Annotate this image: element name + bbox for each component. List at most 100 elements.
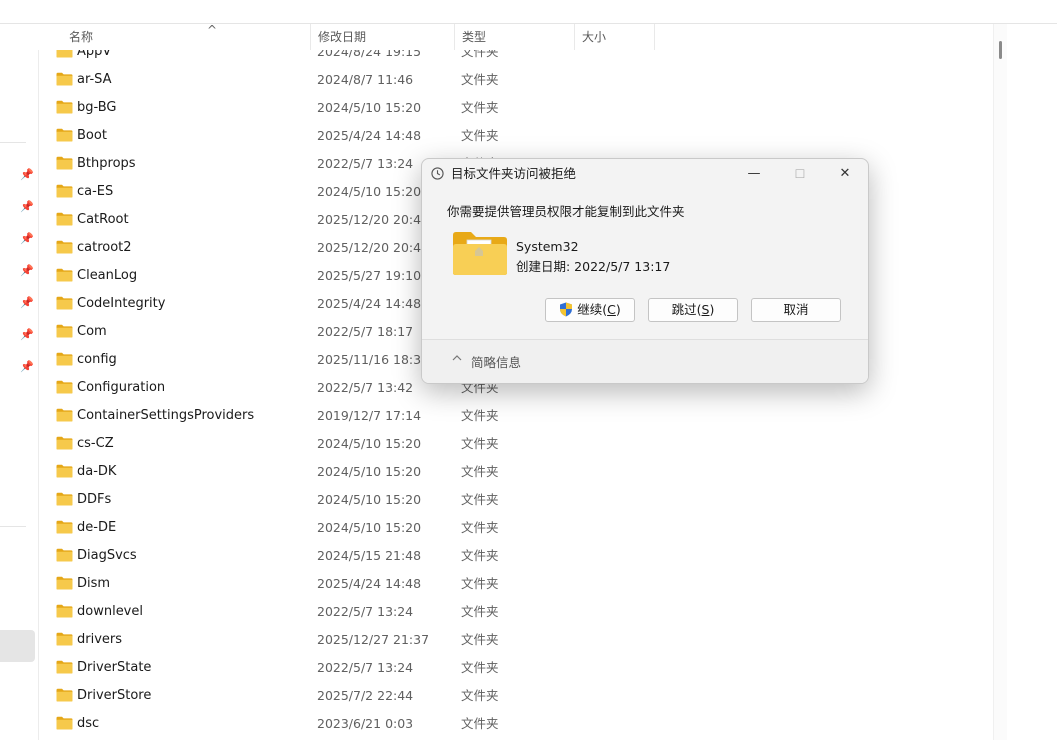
file-row[interactable]: Dism 2025/4/24 14:48 文件夹 bbox=[38, 570, 993, 598]
file-name: da-DK bbox=[77, 464, 117, 479]
folder-icon bbox=[56, 520, 73, 534]
file-type: 文件夹 bbox=[461, 50, 499, 59]
dialog-footer: 简略信息 bbox=[422, 339, 868, 383]
file-row[interactable]: bg-BG 2024/5/10 15:20 文件夹 bbox=[38, 94, 993, 122]
folder-name: System32 bbox=[516, 239, 579, 254]
file-type: 文件夹 bbox=[461, 436, 499, 451]
vertical-scrollbar[interactable] bbox=[993, 24, 1008, 740]
address-bar-area bbox=[0, 0, 1057, 24]
file-name: ContainerSettingsProviders bbox=[77, 408, 255, 423]
folder-icon bbox=[56, 324, 73, 338]
nav-separator bbox=[0, 526, 26, 527]
file-type: 文件夹 bbox=[461, 716, 499, 731]
file-name: CodeIntegrity bbox=[77, 296, 166, 311]
fewer-details-toggle[interactable]: 简略信息 bbox=[471, 352, 521, 371]
file-name: DiagSvcs bbox=[77, 548, 137, 563]
file-type: 文件夹 bbox=[461, 72, 499, 87]
file-name: DriverState bbox=[77, 660, 152, 675]
folder-icon bbox=[56, 50, 73, 58]
column-header: 名称 ^ 修改日期 类型 大小 bbox=[38, 23, 993, 50]
file-modified-date: 2024/5/10 15:20 bbox=[317, 492, 422, 507]
file-modified-date: 2025/12/20 20:46 bbox=[317, 212, 430, 227]
file-modified-date: 2024/5/10 15:20 bbox=[317, 100, 422, 115]
continue-button[interactable]: 继续(C) bbox=[545, 298, 635, 322]
file-name: CleanLog bbox=[77, 268, 138, 283]
folder-icon bbox=[56, 632, 73, 646]
column-size-label: 大小 bbox=[582, 30, 607, 44]
file-type: 文件夹 bbox=[461, 464, 499, 479]
file-row[interactable]: DDFs 2024/5/10 15:20 文件夹 bbox=[38, 486, 993, 514]
sort-ascending-icon: ^ bbox=[207, 23, 218, 37]
file-name: ca-ES bbox=[77, 184, 114, 199]
file-row[interactable]: dsc 2023/6/21 0:03 文件夹 bbox=[38, 710, 993, 738]
folder-created-date: 创建日期: 2022/5/7 13:17 bbox=[516, 259, 671, 274]
cancel-button[interactable]: 取消 bbox=[751, 298, 841, 322]
pin-icon[interactable]: 📌 bbox=[20, 329, 34, 341]
scrollbar-thumb[interactable] bbox=[999, 41, 1002, 59]
folder-icon bbox=[56, 492, 73, 506]
dialog-message: 你需要提供管理员权限才能复制到此文件夹 bbox=[447, 204, 685, 219]
file-row[interactable]: ar-SA 2024/8/7 11:46 文件夹 bbox=[38, 66, 993, 94]
column-type-label: 类型 bbox=[462, 30, 487, 44]
pin-icon[interactable]: 📌 bbox=[20, 297, 34, 309]
file-modified-date: 2023/6/21 0:03 bbox=[317, 716, 414, 731]
file-row[interactable]: DriverState 2022/5/7 13:24 文件夹 bbox=[38, 654, 993, 682]
folder-icon bbox=[56, 408, 73, 422]
file-list: AppV 2024/8/24 19:15 文件夹 ar-SA 2024/8/7 11:4… bbox=[38, 50, 993, 740]
file-row[interactable]: DriverStore 2025/7/2 22:44 文件夹 bbox=[38, 682, 993, 710]
continue-accesskey: C bbox=[607, 302, 616, 317]
file-type: 文件夹 bbox=[461, 548, 499, 563]
file-type: 文件夹 bbox=[461, 632, 499, 647]
file-row[interactable]: ContainerSettingsProviders 2019/12/7 17:1… bbox=[38, 402, 993, 430]
pin-icon[interactable]: 📌 bbox=[20, 361, 34, 373]
nav-item-selected[interactable] bbox=[0, 630, 35, 662]
pin-icon[interactable]: 📌 bbox=[20, 169, 34, 181]
folder-icon bbox=[56, 716, 73, 730]
column-header-name[interactable]: 名称 ^ bbox=[62, 23, 311, 50]
navigation-pane: 📌 📌 📌 📌 📌 📌 📌 bbox=[0, 24, 39, 740]
skip-button[interactable]: 跳过(S) bbox=[648, 298, 738, 322]
file-modified-date: 2025/4/24 14:48 bbox=[317, 296, 422, 311]
file-type: 文件夹 bbox=[461, 408, 499, 423]
file-row[interactable]: drivers 2025/12/27 21:37 文件夹 bbox=[38, 626, 993, 654]
column-header-type[interactable]: 类型 bbox=[455, 24, 575, 50]
folder-icon bbox=[56, 128, 73, 142]
file-row[interactable]: Boot 2025/4/24 14:48 文件夹 bbox=[38, 122, 993, 150]
pin-icon[interactable]: 📌 bbox=[20, 201, 34, 213]
file-row[interactable]: cs-CZ 2024/5/10 15:20 文件夹 bbox=[38, 430, 993, 458]
file-modified-date: 2022/5/7 13:24 bbox=[317, 156, 414, 171]
file-row[interactable]: da-DK 2024/5/10 15:20 文件夹 bbox=[38, 458, 993, 486]
file-modified-date: 2025/11/16 18:34 bbox=[317, 352, 430, 367]
file-modified-date: 2025/4/24 14:48 bbox=[317, 128, 422, 143]
file-modified-date: 2025/12/27 21:37 bbox=[317, 632, 430, 647]
file-type: 文件夹 bbox=[461, 128, 499, 143]
file-modified-date: 2024/8/24 19:15 bbox=[317, 50, 422, 59]
file-name: drivers bbox=[77, 632, 123, 647]
file-row[interactable]: downlevel 2022/5/7 13:24 文件夹 bbox=[38, 598, 993, 626]
maximize-button[interactable]: ☐ bbox=[777, 159, 823, 189]
clock-icon bbox=[431, 167, 444, 180]
folder-icon bbox=[56, 548, 73, 562]
file-row[interactable]: de-DE 2024/5/10 15:20 文件夹 bbox=[38, 514, 993, 542]
file-name: bg-BG bbox=[77, 100, 117, 115]
column-header-size[interactable]: 大小 bbox=[575, 24, 655, 50]
minimize-button[interactable]: — bbox=[731, 159, 777, 189]
file-row[interactable]: AppV 2024/8/24 19:15 文件夹 bbox=[38, 50, 993, 66]
file-type: 文件夹 bbox=[461, 492, 499, 507]
folder-icon bbox=[56, 100, 73, 114]
file-row[interactable]: DiagSvcs 2024/5/15 21:48 文件夹 bbox=[38, 542, 993, 570]
pin-icon[interactable]: 📌 bbox=[20, 265, 34, 277]
file-type: 文件夹 bbox=[461, 100, 499, 115]
close-button[interactable]: ✕ bbox=[822, 159, 868, 189]
folder-icon bbox=[56, 688, 73, 702]
file-name: Configuration bbox=[77, 380, 166, 395]
file-name: DriverStore bbox=[77, 688, 152, 703]
continue-text-end: ) bbox=[615, 302, 621, 317]
pin-icon[interactable]: 📌 bbox=[20, 233, 34, 245]
folder-icon bbox=[56, 156, 73, 170]
file-modified-date: 2025/5/27 19:10 bbox=[317, 268, 422, 283]
access-denied-dialog: 目标文件夹访问被拒绝 — ☐ ✕ 你需要提供管理员权限才能复制到此文件夹 Sys… bbox=[421, 158, 869, 384]
chevron-up-icon[interactable] bbox=[452, 353, 462, 366]
file-modified-date: 2022/5/7 13:42 bbox=[317, 380, 414, 395]
column-header-date[interactable]: 修改日期 bbox=[311, 24, 455, 50]
